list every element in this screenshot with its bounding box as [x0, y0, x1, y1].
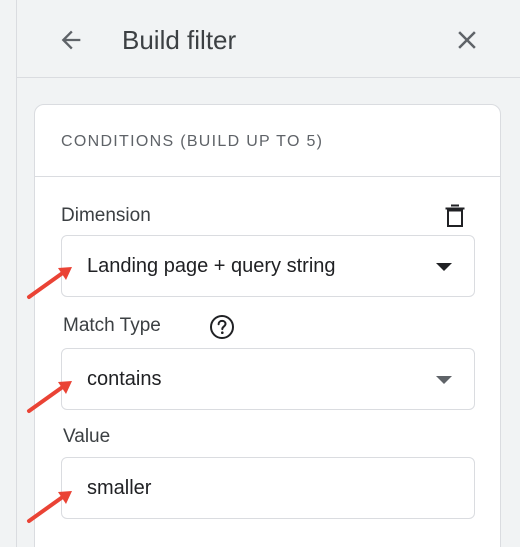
conditions-title: CONDITIONS (BUILD UP TO 5) [61, 133, 324, 150]
help-icon[interactable] [209, 314, 235, 340]
delete-condition-button[interactable] [443, 203, 467, 229]
match-type-label: Match Type [63, 315, 161, 336]
close-button[interactable] [451, 24, 483, 56]
value-label: Value [63, 426, 111, 447]
page-title: Build filter [122, 25, 237, 55]
panel-header: Build filter [17, 0, 520, 78]
match-type-value: contains [87, 368, 162, 390]
trash-icon [445, 204, 465, 227]
dimension-select[interactable]: Landing page + query string [61, 235, 475, 297]
match-type-select[interactable]: contains [61, 348, 475, 410]
dimension-label: Dimension [61, 205, 151, 226]
value-text: smaller [87, 477, 152, 499]
annotation-arrow [27, 381, 72, 413]
conditions-card: CONDITIONS (BUILD UP TO 5) Dimension Lan… [34, 104, 501, 547]
panel-divider [16, 0, 17, 547]
build-filter-panel: Build filter CONDITIONS (BUILD UP TO 5) … [0, 0, 520, 547]
value-input[interactable]: smaller [61, 457, 475, 519]
card-header: CONDITIONS (BUILD UP TO 5) [35, 105, 500, 177]
close-icon [458, 31, 476, 49]
arrow-back-icon [61, 30, 81, 50]
annotation-arrow [27, 267, 72, 299]
chevron-down-icon [436, 376, 452, 384]
annotation-arrow [27, 491, 72, 523]
chevron-down-icon [436, 263, 452, 271]
dimension-value: Landing page + query string [87, 255, 336, 277]
back-button[interactable] [55, 22, 87, 58]
